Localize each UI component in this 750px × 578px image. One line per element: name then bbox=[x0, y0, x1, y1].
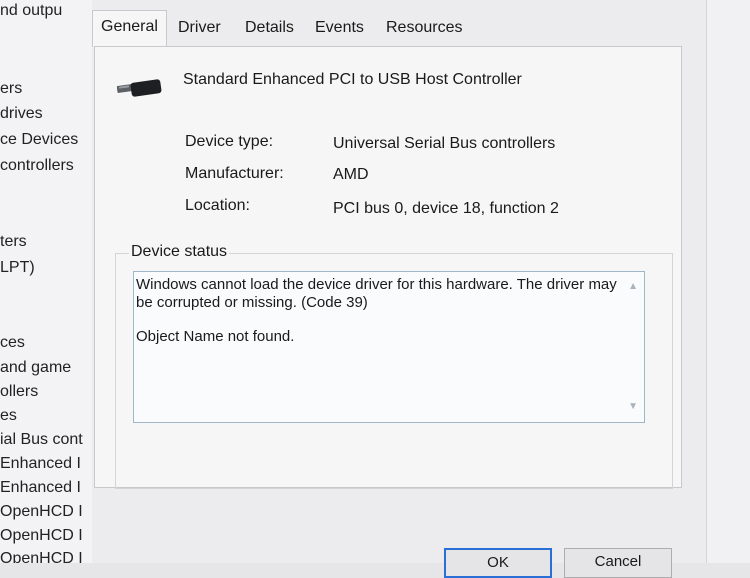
device-manager-tree: nd outpu ers drives ce Devices controllers te… bbox=[0, 0, 92, 563]
tree-item[interactable]: ce Devices bbox=[0, 131, 78, 149]
manufacturer-value: AMD bbox=[333, 166, 369, 183]
usb-plug-icon bbox=[116, 73, 165, 106]
tree-item[interactable]: LPT) bbox=[0, 259, 35, 277]
tree-item[interactable]: ial Bus cont bbox=[0, 431, 83, 449]
tab-details[interactable]: Details bbox=[237, 12, 302, 44]
tree-item[interactable]: controllers bbox=[0, 157, 74, 175]
manufacturer-label: Manufacturer: bbox=[185, 165, 284, 182]
tree-item[interactable]: and game bbox=[0, 359, 71, 377]
device-status-legend: Device status bbox=[129, 243, 230, 261]
device-type-label: Device type: bbox=[185, 133, 274, 150]
general-tab-panel: Standard Enhanced PCI to USB Host Contro… bbox=[94, 46, 682, 489]
scroll-up-icon[interactable]: ▲ bbox=[628, 278, 638, 296]
tree-item[interactable]: OpenHCD I bbox=[0, 550, 83, 563]
status-message: Windows cannot load the device driver fo… bbox=[136, 276, 617, 311]
tree-item[interactable]: ollers bbox=[0, 383, 38, 401]
device-properties-dialog: General Driver Details Events Resources … bbox=[92, 0, 706, 578]
location-label: Location: bbox=[185, 197, 250, 214]
tree-item[interactable]: ters bbox=[0, 233, 27, 251]
tree-item[interactable]: Enhanced I bbox=[0, 479, 81, 497]
tree-item[interactable]: Enhanced I bbox=[0, 455, 81, 473]
device-status-textbox[interactable]: Windows cannot load the device driver fo… bbox=[133, 271, 645, 423]
tree-item[interactable]: ces bbox=[0, 334, 25, 352]
status-detail: Object Name not found. bbox=[136, 328, 295, 345]
tree-item[interactable]: OpenHCD I bbox=[0, 527, 83, 545]
tab-resources[interactable]: Resources bbox=[378, 12, 470, 44]
scroll-down-icon[interactable]: ▼ bbox=[628, 398, 638, 416]
tab-strip: General Driver Details Events Resources bbox=[92, 10, 706, 47]
tree-item[interactable]: es bbox=[0, 407, 17, 425]
cancel-button[interactable]: Cancel bbox=[564, 548, 672, 578]
device-type-value: Universal Serial Bus controllers bbox=[333, 135, 556, 152]
tab-driver[interactable]: Driver bbox=[170, 12, 229, 44]
ok-button[interactable]: OK bbox=[444, 548, 552, 578]
tree-item[interactable]: OpenHCD I bbox=[0, 503, 83, 521]
device-name: Standard Enhanced PCI to USB Host Contro… bbox=[183, 71, 522, 88]
location-value: PCI bus 0, device 18, function 2 bbox=[333, 200, 559, 217]
tree-item[interactable]: drives bbox=[0, 105, 43, 123]
tree-item[interactable]: ers bbox=[0, 80, 22, 98]
tab-events[interactable]: Events bbox=[307, 12, 372, 44]
tab-general[interactable]: General bbox=[92, 10, 167, 47]
tree-item[interactable]: nd outpu bbox=[0, 2, 62, 20]
background-window-edge bbox=[706, 0, 750, 563]
